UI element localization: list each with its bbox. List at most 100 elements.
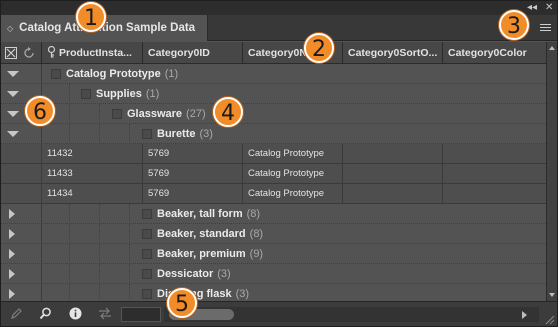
cell-productinstance[interactable]: 11432 bbox=[42, 144, 143, 164]
group-count: (3) bbox=[235, 288, 250, 300]
tab-collapse-icon[interactable]: ◇ bbox=[7, 24, 13, 33]
cell-category0name[interactable]: Catalog Prototype bbox=[243, 144, 343, 164]
group-label: Supplies (1) bbox=[96, 88, 160, 100]
row-gutter bbox=[1, 164, 42, 184]
cell-category0sortorder[interactable] bbox=[343, 184, 443, 204]
search-icon[interactable] bbox=[39, 307, 52, 320]
collapse-panel-icon[interactable]: ◂◂ bbox=[527, 2, 537, 13]
callout-marker: 6 bbox=[25, 96, 55, 126]
select-all-icon[interactable] bbox=[5, 47, 17, 59]
cell-category0name[interactable]: Catalog Prototype bbox=[243, 164, 343, 184]
group-count: (9) bbox=[249, 248, 264, 260]
group-count: (1) bbox=[145, 88, 160, 100]
column-header-productinstance[interactable]: ProductInsta... bbox=[42, 42, 143, 64]
group-row[interactable]: Beaker, tall form (8) bbox=[1, 204, 546, 224]
cell-category0id[interactable]: 5769 bbox=[143, 144, 243, 164]
refresh-icon[interactable] bbox=[22, 46, 36, 60]
row-checkbox[interactable] bbox=[142, 249, 152, 259]
expand-arrow-icon[interactable] bbox=[7, 111, 19, 117]
row-checkbox[interactable] bbox=[142, 129, 152, 139]
row-expander[interactable] bbox=[1, 284, 42, 301]
group-count: (1) bbox=[164, 68, 179, 80]
row-checkbox[interactable] bbox=[51, 69, 61, 79]
footer-search-input[interactable] bbox=[121, 307, 161, 322]
panel-menu-icon[interactable] bbox=[540, 24, 551, 33]
callout-marker: 1 bbox=[76, 2, 106, 32]
collapsed-arrow-icon[interactable] bbox=[9, 229, 15, 239]
cell-category0id[interactable]: 5769 bbox=[143, 184, 243, 204]
group-row[interactable]: Beaker, premium (9) bbox=[1, 244, 546, 264]
row-checkbox[interactable] bbox=[142, 229, 152, 239]
row-checkbox[interactable] bbox=[142, 289, 152, 299]
collapsed-arrow-icon[interactable] bbox=[9, 249, 15, 259]
header-icons bbox=[1, 42, 42, 64]
collapsed-arrow-icon[interactable] bbox=[9, 209, 15, 219]
row-checkbox[interactable] bbox=[142, 209, 152, 219]
table-row[interactable]: 11432 5769 Catalog Prototype bbox=[1, 144, 546, 164]
tree-guide bbox=[99, 124, 100, 144]
row-checkbox[interactable] bbox=[112, 109, 122, 119]
info-icon[interactable] bbox=[69, 307, 82, 320]
scroll-down-icon[interactable] bbox=[549, 293, 555, 297]
row-checkbox[interactable] bbox=[81, 89, 91, 99]
expand-arrow-icon[interactable] bbox=[7, 71, 19, 77]
cell-category0sortorder[interactable] bbox=[343, 144, 443, 164]
scroll-up-icon[interactable] bbox=[549, 46, 555, 50]
swap-icon[interactable] bbox=[98, 307, 112, 320]
catalog-panel: ◂◂ ✕ ◇ Catalog Attribution Sample Data P… bbox=[0, 0, 558, 327]
expand-arrow-icon[interactable] bbox=[7, 91, 19, 97]
group-count: (8) bbox=[249, 228, 264, 240]
group-row[interactable]: Distilling flask(3) bbox=[1, 284, 546, 301]
column-header-category0id[interactable]: Category0ID bbox=[143, 42, 243, 64]
row-expander[interactable] bbox=[1, 244, 42, 264]
tree-guide bbox=[99, 104, 100, 124]
cell-category0color[interactable] bbox=[443, 164, 546, 184]
expand-arrow-icon[interactable] bbox=[7, 131, 19, 137]
cell-category0color[interactable] bbox=[443, 184, 546, 204]
cell-category0id[interactable]: 5769 bbox=[143, 164, 243, 184]
callout-marker: 3 bbox=[499, 10, 529, 40]
row-expander[interactable] bbox=[1, 124, 42, 144]
cell-category0name[interactable]: Catalog Prototype bbox=[243, 184, 343, 204]
group-count: (8) bbox=[246, 208, 261, 220]
column-header-category0sortorder[interactable]: Category0SortO... bbox=[343, 42, 443, 64]
row-checkbox[interactable] bbox=[142, 269, 152, 279]
table-row[interactable]: 11434 5769 Catalog Prototype bbox=[1, 184, 546, 204]
group-count: (27) bbox=[186, 108, 206, 120]
row-expander[interactable] bbox=[1, 64, 42, 84]
group-label: Beaker, premium (9) bbox=[157, 248, 264, 260]
vertical-scrollbar[interactable] bbox=[546, 42, 557, 301]
pencil-icon[interactable] bbox=[10, 307, 22, 320]
column-label: Category0SortO... bbox=[348, 47, 438, 59]
close-panel-icon[interactable]: ✕ bbox=[545, 2, 553, 13]
column-header-category0color[interactable]: Category0Color bbox=[443, 42, 546, 64]
callout-marker: 5 bbox=[167, 288, 197, 318]
tree-guide bbox=[69, 124, 70, 144]
group-row[interactable]: Catalog Prototype (1) bbox=[1, 64, 546, 84]
group-label: Catalog Prototype (1) bbox=[66, 68, 179, 80]
cell-productinstance[interactable]: 11433 bbox=[42, 164, 143, 184]
cell-category0sortorder[interactable] bbox=[343, 164, 443, 184]
group-row[interactable]: Glassware (27) bbox=[1, 104, 546, 124]
group-row[interactable]: Beaker, standard (8) bbox=[1, 224, 546, 244]
collapsed-arrow-icon[interactable] bbox=[9, 269, 15, 279]
group-row[interactable]: Burette (3) bbox=[1, 124, 546, 144]
row-expander[interactable] bbox=[1, 224, 42, 244]
row-gutter bbox=[1, 184, 42, 204]
table-row[interactable]: 11433 5769 Catalog Prototype bbox=[1, 164, 546, 184]
cell-category0color[interactable] bbox=[443, 144, 546, 164]
row-expander[interactable] bbox=[1, 264, 42, 284]
grid-body: Catalog Prototype (1) Supplies (1) Glasswa… bbox=[1, 64, 546, 301]
panel-footer bbox=[1, 301, 557, 326]
row-expander[interactable] bbox=[1, 204, 42, 224]
row-gutter bbox=[1, 144, 42, 164]
group-label: Beaker, tall form (8) bbox=[157, 208, 261, 220]
group-row[interactable]: Supplies (1) bbox=[1, 84, 546, 104]
cell-productinstance[interactable]: 11434 bbox=[42, 184, 143, 204]
collapsed-arrow-icon[interactable] bbox=[9, 289, 15, 299]
group-row[interactable]: Dessicator (3) bbox=[1, 264, 546, 284]
column-label: ProductInsta... bbox=[59, 47, 132, 59]
scroll-right-icon[interactable] bbox=[522, 311, 527, 319]
group-label: Glassware (27) bbox=[127, 108, 206, 120]
resize-grip-icon[interactable] bbox=[545, 315, 555, 325]
